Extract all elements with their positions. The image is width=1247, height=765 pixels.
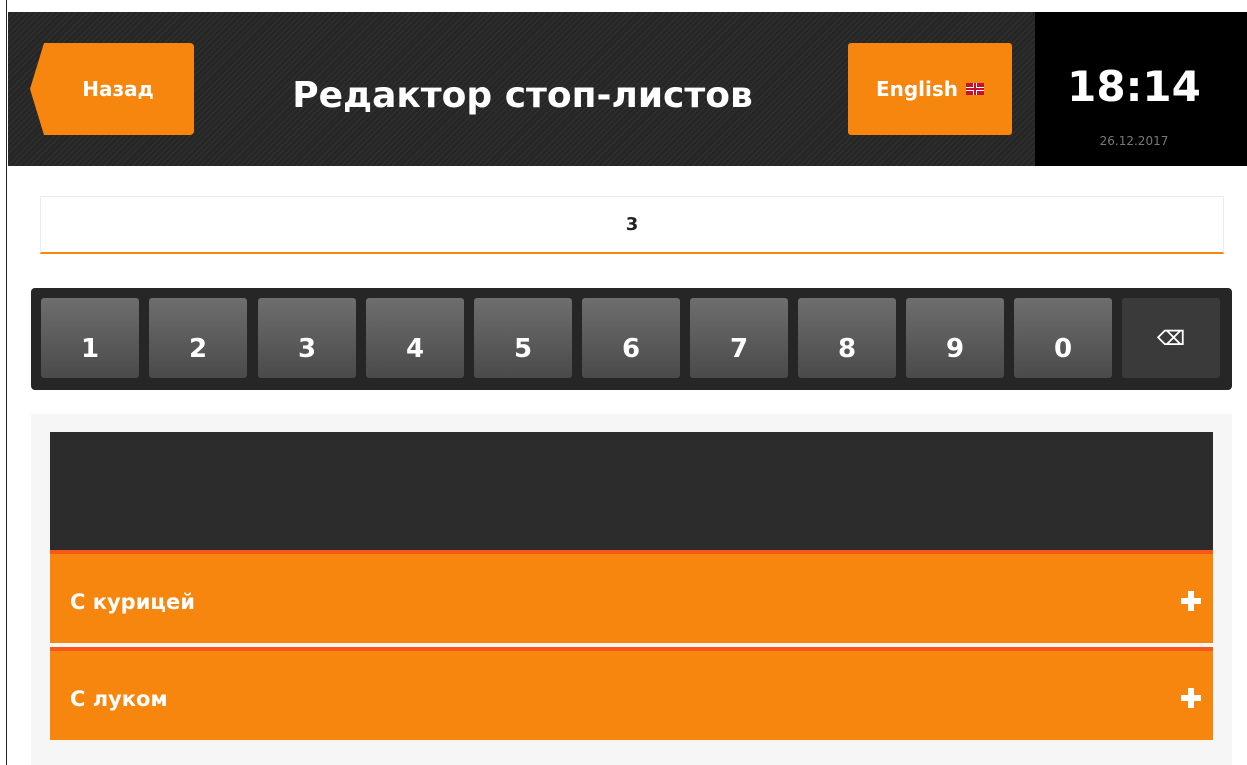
clock-date: 26.12.2017: [1099, 134, 1169, 148]
number-input[interactable]: 3: [40, 196, 1224, 254]
numeric-keypad: 1 2 3 4 5 6 7 8 9 0 ⌫: [31, 288, 1232, 390]
key-7[interactable]: 7: [690, 298, 788, 378]
window-left-edge: [0, 0, 7, 765]
key-6[interactable]: 6: [582, 298, 680, 378]
key-4[interactable]: 4: [366, 298, 464, 378]
back-button[interactable]: Назад: [30, 43, 194, 135]
backspace-icon: ⌫: [1156, 326, 1186, 350]
list-item-onion[interactable]: С луком: [50, 647, 1213, 740]
clock-time: 18:14: [1067, 62, 1201, 111]
list-item-chicken[interactable]: С курицей: [50, 550, 1213, 643]
language-button[interactable]: English: [848, 43, 1012, 135]
plus-icon[interactable]: [1181, 591, 1201, 611]
list-item-label: С луком: [70, 687, 168, 711]
plus-icon[interactable]: [1181, 688, 1201, 708]
clock-panel: 18:14 26.12.2017: [1035, 12, 1247, 166]
key-2[interactable]: 2: [149, 298, 247, 378]
backspace-key[interactable]: ⌫: [1122, 298, 1220, 378]
language-label: English: [875, 77, 959, 101]
category-header-block: [50, 432, 1213, 550]
key-8[interactable]: 8: [798, 298, 896, 378]
key-0[interactable]: 0: [1014, 298, 1112, 378]
page-title: Редактор стоп-листов: [292, 75, 753, 116]
key-9[interactable]: 9: [906, 298, 1004, 378]
key-5[interactable]: 5: [474, 298, 572, 378]
back-button-label: Назад: [82, 77, 154, 101]
list-item-label: С курицей: [70, 590, 195, 614]
key-3[interactable]: 3: [258, 298, 356, 378]
uk-flag-icon: [966, 83, 985, 95]
key-1[interactable]: 1: [41, 298, 139, 378]
